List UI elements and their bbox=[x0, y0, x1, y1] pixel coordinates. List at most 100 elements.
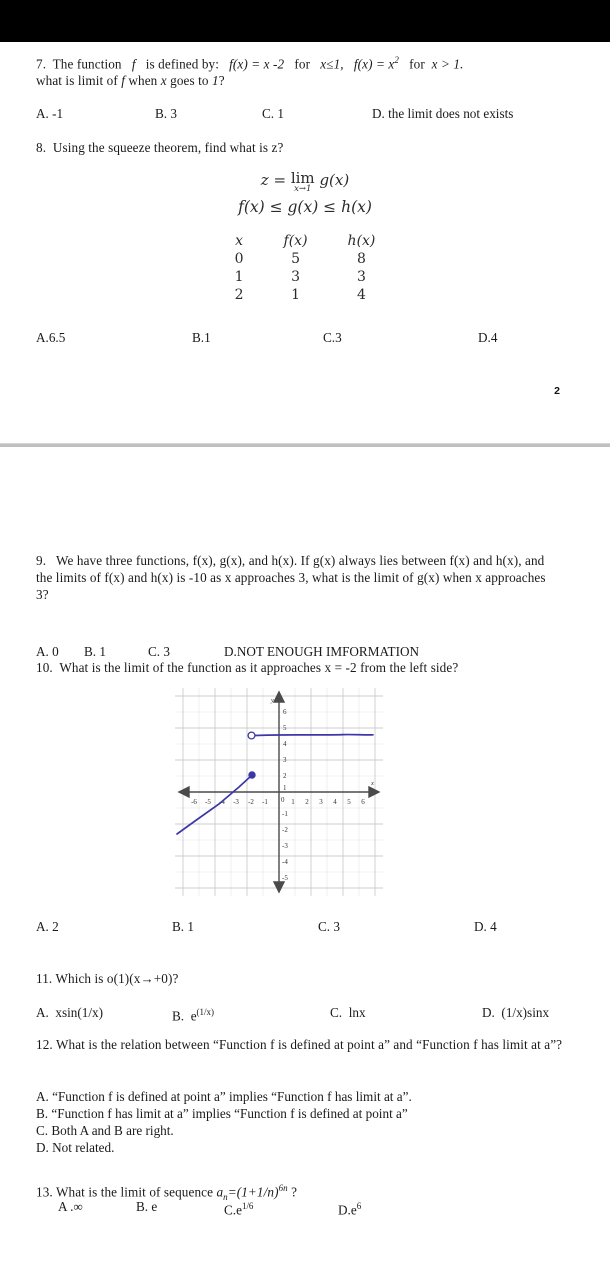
plotted-curve bbox=[176, 733, 374, 835]
y-axis-label: y bbox=[270, 697, 274, 704]
table-row: 1 3 3 bbox=[234, 269, 366, 285]
question-12-number: 12. bbox=[36, 1037, 53, 1052]
question-8-option-b[interactable]: B.1 bbox=[192, 329, 211, 346]
x-axis-label: x bbox=[370, 780, 374, 787]
question-12-prompt: What is the relation between “Function f… bbox=[55, 1037, 563, 1052]
svg-text:6: 6 bbox=[283, 708, 287, 716]
svg-text:1: 1 bbox=[283, 784, 287, 792]
table-header-x: x bbox=[235, 233, 244, 249]
scan-top-black-bar bbox=[0, 0, 610, 42]
question-12-option-a[interactable]: A. “Function f is defined at point a” im… bbox=[36, 1088, 576, 1105]
svg-text:2: 2 bbox=[305, 798, 309, 806]
question-12-option-c[interactable]: C. Both A and B are right. bbox=[36, 1122, 576, 1139]
limit-subscript: x→1 bbox=[294, 184, 312, 194]
open-endpoint-circle bbox=[247, 731, 256, 740]
table-row: 2 1 4 bbox=[234, 287, 366, 303]
question-10-options: A. 2 B. 1 C. 3 D. 4 bbox=[0, 918, 610, 938]
question-7-definition-2: f(x) = x bbox=[353, 56, 395, 72]
x-axis-arrow-left bbox=[177, 785, 190, 799]
question-9-option-c[interactable]: C. 3 bbox=[148, 643, 170, 660]
question-10-number: 10. bbox=[36, 660, 53, 675]
question-7: 7. The function f is defined by: f(x) = … bbox=[36, 52, 576, 89]
svg-text:-6: -6 bbox=[191, 798, 197, 806]
question-7-options: A. -1 B. 3 C. 1 D. the limit does not ex… bbox=[0, 105, 610, 125]
question-13-option-c[interactable]: C.e1/6 bbox=[224, 1198, 253, 1218]
question-11-option-c[interactable]: C. lnx bbox=[330, 1004, 366, 1021]
table-row: 0 5 8 bbox=[234, 251, 366, 267]
question-11-number: 11. bbox=[36, 971, 53, 986]
question-11-prompt: Which is o(1)(x→+0)? bbox=[55, 971, 179, 986]
function-graph-svg: -6 -5 -4 -3 -2 -1 1 2 3 4 5 6 6 5 4 3 2 … bbox=[175, 688, 383, 896]
formula-gx: g(x) bbox=[319, 171, 350, 189]
filled-endpoint-dot bbox=[248, 771, 256, 779]
x-axis-arrow-right bbox=[368, 785, 381, 799]
svg-text:-3: -3 bbox=[282, 842, 288, 850]
ramp-segment bbox=[176, 775, 252, 835]
svg-text:-5: -5 bbox=[205, 798, 211, 806]
question-13-option-b[interactable]: B. e bbox=[136, 1198, 157, 1215]
question-9-number: 9. bbox=[36, 553, 47, 568]
question-8-options: A.6.5 B.1 C.3 D.4 bbox=[0, 329, 610, 349]
question-8-table: x f(x) h(x) 0 5 8 1 3 3 2 1 4 bbox=[0, 232, 610, 304]
question-12-option-d[interactable]: D. Not related. bbox=[36, 1139, 576, 1156]
question-13-option-d[interactable]: D.e6 bbox=[338, 1198, 361, 1218]
svg-text:2: 2 bbox=[283, 772, 287, 780]
question-8-option-a[interactable]: A.6.5 bbox=[36, 329, 65, 346]
question-8-formula: z = lim x→1 g(x) f(x) ≤ g(x) ≤ h(x) bbox=[0, 168, 610, 218]
question-12: 12. What is the relation between “Functi… bbox=[36, 1036, 566, 1053]
question-7-option-c[interactable]: C. 1 bbox=[262, 105, 284, 122]
svg-text:5: 5 bbox=[347, 798, 351, 806]
svg-text:-1: -1 bbox=[282, 810, 288, 818]
question-9-option-d[interactable]: D.NOT ENOUGH IMFORMATION bbox=[224, 643, 419, 660]
question-10-prompt: What is the limit of the function as it … bbox=[59, 660, 459, 675]
svg-text:4: 4 bbox=[283, 740, 287, 748]
question-12-options: A. “Function f is defined at point a” im… bbox=[36, 1088, 576, 1156]
question-10-option-c[interactable]: C. 3 bbox=[318, 918, 340, 935]
svg-text:6: 6 bbox=[361, 798, 365, 806]
formula-z: z bbox=[260, 171, 269, 189]
question-13-options: A .∞ B. e C.e1/6 D.e6 bbox=[0, 1198, 610, 1220]
question-13-option-a[interactable]: A .∞ bbox=[58, 1198, 83, 1215]
question-11-options: A. xsin(1/x) B. e(1/x) C. lnx D. (1/x)si… bbox=[0, 1004, 610, 1026]
svg-text:-3: -3 bbox=[233, 798, 239, 806]
question-7-number: 7. bbox=[36, 56, 47, 72]
svg-text:-2: -2 bbox=[282, 826, 288, 834]
question-9-option-a[interactable]: A. 0 bbox=[36, 643, 59, 660]
question-7-prompt: 7. The function f is defined by: f(x) = … bbox=[36, 55, 464, 89]
scanned-exam-page: 7. The function f is defined by: f(x) = … bbox=[0, 0, 610, 1280]
limit-operator: lim x→1 bbox=[290, 169, 315, 194]
question-10-option-a[interactable]: A. 2 bbox=[36, 918, 59, 935]
question-7-option-d[interactable]: D. the limit does not exists bbox=[372, 105, 513, 122]
question-10-option-d[interactable]: D. 4 bbox=[474, 918, 497, 935]
page-number: 2 bbox=[554, 385, 560, 397]
svg-text:5: 5 bbox=[283, 724, 287, 732]
svg-text:-4: -4 bbox=[282, 858, 288, 866]
question-12-option-b[interactable]: B. “Function f has limit at a” implies “… bbox=[36, 1105, 576, 1122]
question-9: 9. We have three functions, f(x), g(x), … bbox=[36, 552, 560, 603]
question-8-option-c[interactable]: C.3 bbox=[323, 329, 342, 346]
svg-text:-2: -2 bbox=[248, 798, 254, 806]
question-11-option-a[interactable]: A. xsin(1/x) bbox=[36, 1004, 103, 1021]
svg-text:-1: -1 bbox=[262, 798, 268, 806]
question-7-option-a[interactable]: A. -1 bbox=[36, 105, 63, 122]
question-11: 11. Which is o(1)(x→+0)? bbox=[36, 970, 576, 987]
y-axis-arrow-up bbox=[272, 690, 286, 703]
question-10-graph: -6 -5 -4 -3 -2 -1 1 2 3 4 5 6 6 5 4 3 2 … bbox=[175, 688, 383, 896]
question-8-option-d[interactable]: D.4 bbox=[478, 329, 497, 346]
question-11-option-b[interactable]: B. e(1/x) bbox=[172, 1004, 214, 1024]
question-7-definition-1: f(x) = x -2 bbox=[229, 56, 285, 72]
question-9-option-b[interactable]: B. 1 bbox=[84, 643, 106, 660]
y-axis-arrow-down bbox=[272, 881, 286, 894]
svg-text:3: 3 bbox=[319, 798, 323, 806]
svg-text:1: 1 bbox=[291, 798, 295, 806]
question-8-prompt: Using the squeeze theorem, find what is … bbox=[52, 140, 284, 155]
page-divider bbox=[0, 443, 610, 447]
question-11-option-d[interactable]: D. (1/x)sinx bbox=[482, 1004, 549, 1021]
question-10-option-b[interactable]: B. 1 bbox=[172, 918, 194, 935]
question-9-prompt: We have three functions, f(x), g(x), and… bbox=[36, 553, 546, 602]
table-header-hx: h(x) bbox=[347, 233, 376, 249]
question-10: 10. What is the limit of the function as… bbox=[36, 659, 576, 676]
table-header-row: x f(x) h(x) bbox=[215, 232, 396, 250]
graph-axes bbox=[177, 690, 381, 894]
question-7-option-b[interactable]: B. 3 bbox=[155, 105, 177, 122]
